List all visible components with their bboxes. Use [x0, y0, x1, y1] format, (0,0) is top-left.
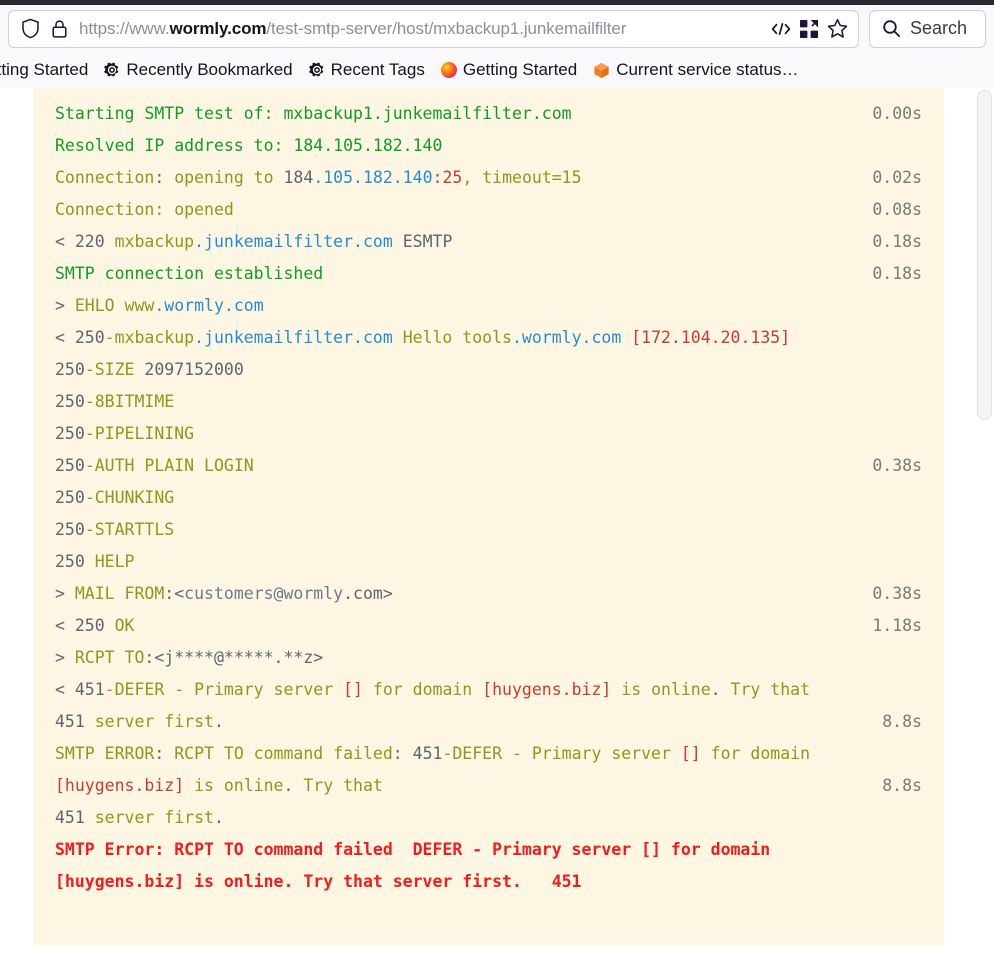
smtp-test-console: Starting SMTP test of: mxbackup1.junkema… — [33, 88, 994, 945]
reader-code-icon[interactable] — [768, 16, 794, 42]
log-line: > MAIL FROM:<customers@wormly.com> 0.38s — [55, 578, 922, 610]
bookmark-label: Getting Started — [0, 60, 89, 79]
log-time: 0.18s — [872, 232, 922, 251]
bookmark-item-getting-started[interactable]: Getting Started — [433, 56, 585, 84]
log-line: < 220 mxbackup.junkemailfilter.com ESMTP… — [55, 226, 922, 258]
log-time: 0.08s — [872, 200, 922, 219]
search-input[interactable]: Search — [910, 18, 967, 39]
lock-icon[interactable] — [46, 16, 72, 42]
log-line: 250-SIZE 2097152000 — [55, 360, 244, 379]
log-line: > RCPT TO:<j****@*****.**z> — [55, 648, 324, 667]
url-scheme: https://www. — [79, 18, 170, 38]
log-line: < 250-mxbackup.junkemailfilter.com Hello… — [55, 328, 791, 347]
log-line: SMTP ERROR: RCPT TO command failed: 451-… — [55, 738, 922, 802]
log-line: 250 HELP — [55, 552, 135, 571]
log-line: 250-8BITMIME — [55, 392, 175, 411]
gear-icon — [104, 62, 120, 78]
bookmarks-bar: Getting Started Recently Bookmarked Rece… — [0, 52, 994, 88]
url-host: wormly.com — [169, 18, 267, 38]
url-path: /test-smtp-server/host/mxbackup1.junkema… — [266, 18, 627, 38]
page-viewport: Starting SMTP test of: mxbackup1.junkema… — [0, 88, 994, 955]
gear-icon — [308, 62, 325, 78]
log-line: 250-STARTTLS — [55, 520, 175, 539]
log-text: SMTP connection established — [55, 264, 324, 283]
bookmark-label: Getting Started — [462, 60, 578, 79]
log-line: < 250 OK 1.18s — [55, 610, 922, 642]
shield-icon[interactable] — [17, 16, 43, 42]
bookmark-item-recent-tags[interactable]: Recent Tags — [301, 56, 433, 84]
bookmark-label: Recently Bookmarked — [126, 60, 293, 79]
log-time: 8.8s — [882, 776, 922, 795]
log-line: 250-PIPELINING — [55, 424, 195, 443]
address-bar[interactable]: https://www.wormly.com/test-smtp-server/… — [8, 9, 859, 48]
log-line: 451 server first. — [55, 808, 224, 827]
log-line: Connection: opening to 184.105.182.140:2… — [55, 162, 922, 194]
log-line: 250-CHUNKING — [55, 488, 175, 507]
browser-chrome: https://www.wormly.com/test-smtp-server/… — [0, 0, 994, 88]
log-text: Connection: opened — [55, 200, 234, 219]
log-time: 0.00s — [872, 104, 922, 123]
log-text: Starting SMTP test of: mxbackup1.junkema… — [55, 104, 572, 123]
navigation-toolbar: https://www.wormly.com/test-smtp-server/… — [0, 5, 994, 52]
log-line-error: SMTP Error: RCPT TO command failed DEFER… — [55, 834, 922, 898]
log-time: 0.02s — [872, 168, 922, 187]
log-text-connection: Connection — [55, 168, 155, 187]
bookmark-label: Current service status… — [616, 60, 799, 79]
log-time: 1.18s — [872, 616, 922, 635]
bookmark-item-getting-started-folder[interactable]: Getting Started — [0, 56, 96, 84]
cube-icon — [593, 62, 610, 79]
log-line: Starting SMTP test of: mxbackup1.junkema… — [55, 98, 922, 130]
log-time: 0.38s — [872, 456, 922, 475]
bookmark-star-icon[interactable] — [824, 16, 850, 42]
log-line: < 451-DEFER - Primary server [] for doma… — [55, 674, 922, 731]
log-line: 451 server first. — [55, 712, 224, 731]
log-line: 250-AUTH PLAIN LOGIN 0.38s — [55, 450, 922, 482]
bookmark-label: Recent Tags — [330, 60, 425, 79]
log-time: 0.38s — [872, 584, 922, 603]
log-time: 0.18s — [872, 264, 922, 283]
firefox-icon — [440, 62, 457, 78]
bookmark-item-current-service-status[interactable]: Current service status… — [585, 56, 806, 84]
url-text[interactable]: https://www.wormly.com/test-smtp-server/… — [79, 18, 765, 40]
bookmark-item-recently-bookmarked[interactable]: Recently Bookmarked — [96, 56, 300, 84]
search-bar[interactable]: Search — [869, 9, 986, 48]
log-text: SMTP Error: RCPT TO command failed DEFER… — [55, 840, 781, 891]
page-scrollbar-track[interactable] — [975, 88, 994, 955]
log-line: > EHLO www.wormly.com — [55, 296, 264, 315]
log-line: Resolved IP address to: 184.105.182.140 — [55, 130, 922, 162]
log-line: Connection: opened 0.08s — [55, 194, 922, 226]
extensions-icon[interactable] — [796, 16, 822, 42]
log-text: Resolved IP address to: 184.105.182.140 — [55, 136, 443, 155]
log-line: SMTP connection established 0.18s — [55, 258, 922, 290]
search-icon — [878, 16, 904, 42]
page-scrollbar-thumb[interactable] — [977, 90, 992, 420]
